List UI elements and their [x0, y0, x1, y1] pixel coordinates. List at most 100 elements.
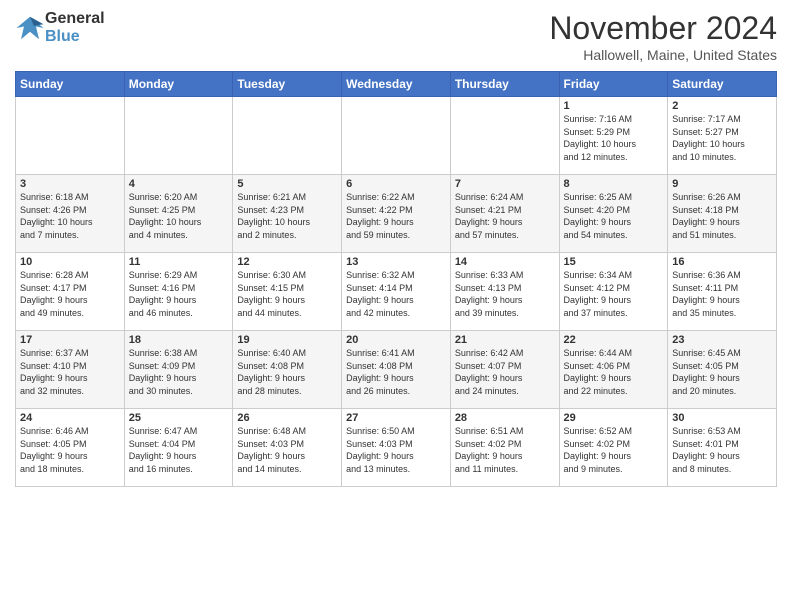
day-number: 5	[237, 178, 337, 190]
day-cell: 20Sunrise: 6:41 AM Sunset: 4:08 PM Dayli…	[342, 331, 451, 409]
day-number: 18	[129, 334, 229, 346]
day-cell: 29Sunrise: 6:52 AM Sunset: 4:02 PM Dayli…	[559, 409, 668, 487]
day-number: 17	[20, 334, 120, 346]
day-cell: 3Sunrise: 6:18 AM Sunset: 4:26 PM Daylig…	[16, 175, 125, 253]
day-cell: 8Sunrise: 6:25 AM Sunset: 4:20 PM Daylig…	[559, 175, 668, 253]
day-info: Sunrise: 6:53 AM Sunset: 4:01 PM Dayligh…	[672, 425, 772, 475]
day-cell: 4Sunrise: 6:20 AM Sunset: 4:25 PM Daylig…	[124, 175, 233, 253]
day-info: Sunrise: 7:17 AM Sunset: 5:27 PM Dayligh…	[672, 113, 772, 163]
day-info: Sunrise: 6:33 AM Sunset: 4:13 PM Dayligh…	[455, 269, 555, 319]
day-info: Sunrise: 6:50 AM Sunset: 4:03 PM Dayligh…	[346, 425, 446, 475]
day-number: 9	[672, 178, 772, 190]
day-cell: 13Sunrise: 6:32 AM Sunset: 4:14 PM Dayli…	[342, 253, 451, 331]
day-number: 20	[346, 334, 446, 346]
day-cell: 17Sunrise: 6:37 AM Sunset: 4:10 PM Dayli…	[16, 331, 125, 409]
day-number: 29	[564, 412, 664, 424]
day-number: 25	[129, 412, 229, 424]
day-number: 23	[672, 334, 772, 346]
day-cell: 30Sunrise: 6:53 AM Sunset: 4:01 PM Dayli…	[668, 409, 777, 487]
day-cell: 2Sunrise: 7:17 AM Sunset: 5:27 PM Daylig…	[668, 97, 777, 175]
day-info: Sunrise: 6:44 AM Sunset: 4:06 PM Dayligh…	[564, 347, 664, 397]
day-info: Sunrise: 6:41 AM Sunset: 4:08 PM Dayligh…	[346, 347, 446, 397]
day-cell: 1Sunrise: 7:16 AM Sunset: 5:29 PM Daylig…	[559, 97, 668, 175]
day-info: Sunrise: 6:28 AM Sunset: 4:17 PM Dayligh…	[20, 269, 120, 319]
day-cell: 28Sunrise: 6:51 AM Sunset: 4:02 PM Dayli…	[450, 409, 559, 487]
day-number: 21	[455, 334, 555, 346]
day-cell: 11Sunrise: 6:29 AM Sunset: 4:16 PM Dayli…	[124, 253, 233, 331]
day-number: 2	[672, 100, 772, 112]
day-info: Sunrise: 6:36 AM Sunset: 4:11 PM Dayligh…	[672, 269, 772, 319]
day-cell: 23Sunrise: 6:45 AM Sunset: 4:05 PM Dayli…	[668, 331, 777, 409]
header-monday: Monday	[124, 72, 233, 97]
day-info: Sunrise: 6:42 AM Sunset: 4:07 PM Dayligh…	[455, 347, 555, 397]
logo-icon	[15, 13, 45, 43]
week-row-2: 10Sunrise: 6:28 AM Sunset: 4:17 PM Dayli…	[16, 253, 777, 331]
day-number: 1	[564, 100, 664, 112]
day-number: 15	[564, 256, 664, 268]
header: General Blue November 2024 Hallowell, Ma…	[15, 10, 777, 63]
day-number: 14	[455, 256, 555, 268]
day-number: 27	[346, 412, 446, 424]
day-info: Sunrise: 6:22 AM Sunset: 4:22 PM Dayligh…	[346, 191, 446, 241]
day-cell: 6Sunrise: 6:22 AM Sunset: 4:22 PM Daylig…	[342, 175, 451, 253]
location: Hallowell, Maine, United States	[549, 47, 777, 63]
day-cell	[16, 97, 125, 175]
day-info: Sunrise: 6:46 AM Sunset: 4:05 PM Dayligh…	[20, 425, 120, 475]
day-number: 26	[237, 412, 337, 424]
day-cell: 25Sunrise: 6:47 AM Sunset: 4:04 PM Dayli…	[124, 409, 233, 487]
day-number: 30	[672, 412, 772, 424]
logo-blue: Blue	[45, 28, 105, 46]
day-number: 13	[346, 256, 446, 268]
day-number: 7	[455, 178, 555, 190]
day-cell: 9Sunrise: 6:26 AM Sunset: 4:18 PM Daylig…	[668, 175, 777, 253]
day-cell: 15Sunrise: 6:34 AM Sunset: 4:12 PM Dayli…	[559, 253, 668, 331]
header-tuesday: Tuesday	[233, 72, 342, 97]
week-row-0: 1Sunrise: 7:16 AM Sunset: 5:29 PM Daylig…	[16, 97, 777, 175]
day-number: 12	[237, 256, 337, 268]
day-number: 10	[20, 256, 120, 268]
month-title: November 2024	[549, 10, 777, 47]
calendar-table: Sunday Monday Tuesday Wednesday Thursday…	[15, 71, 777, 487]
day-info: Sunrise: 6:48 AM Sunset: 4:03 PM Dayligh…	[237, 425, 337, 475]
day-info: Sunrise: 6:38 AM Sunset: 4:09 PM Dayligh…	[129, 347, 229, 397]
calendar-header: Sunday Monday Tuesday Wednesday Thursday…	[16, 72, 777, 97]
day-cell: 21Sunrise: 6:42 AM Sunset: 4:07 PM Dayli…	[450, 331, 559, 409]
day-cell: 19Sunrise: 6:40 AM Sunset: 4:08 PM Dayli…	[233, 331, 342, 409]
weekday-row: Sunday Monday Tuesday Wednesday Thursday…	[16, 72, 777, 97]
day-cell	[342, 97, 451, 175]
day-number: 11	[129, 256, 229, 268]
day-info: Sunrise: 6:51 AM Sunset: 4:02 PM Dayligh…	[455, 425, 555, 475]
day-cell: 10Sunrise: 6:28 AM Sunset: 4:17 PM Dayli…	[16, 253, 125, 331]
day-cell: 14Sunrise: 6:33 AM Sunset: 4:13 PM Dayli…	[450, 253, 559, 331]
day-cell	[450, 97, 559, 175]
day-info: Sunrise: 6:29 AM Sunset: 4:16 PM Dayligh…	[129, 269, 229, 319]
day-info: Sunrise: 6:25 AM Sunset: 4:20 PM Dayligh…	[564, 191, 664, 241]
day-info: Sunrise: 6:30 AM Sunset: 4:15 PM Dayligh…	[237, 269, 337, 319]
header-saturday: Saturday	[668, 72, 777, 97]
day-info: Sunrise: 6:26 AM Sunset: 4:18 PM Dayligh…	[672, 191, 772, 241]
day-number: 24	[20, 412, 120, 424]
day-info: Sunrise: 6:32 AM Sunset: 4:14 PM Dayligh…	[346, 269, 446, 319]
day-cell: 12Sunrise: 6:30 AM Sunset: 4:15 PM Dayli…	[233, 253, 342, 331]
logo-general: General	[45, 10, 105, 28]
day-info: Sunrise: 6:34 AM Sunset: 4:12 PM Dayligh…	[564, 269, 664, 319]
logo-text: General Blue	[45, 10, 105, 45]
day-info: Sunrise: 6:40 AM Sunset: 4:08 PM Dayligh…	[237, 347, 337, 397]
day-cell	[233, 97, 342, 175]
day-number: 6	[346, 178, 446, 190]
week-row-3: 17Sunrise: 6:37 AM Sunset: 4:10 PM Dayli…	[16, 331, 777, 409]
day-number: 4	[129, 178, 229, 190]
day-cell: 16Sunrise: 6:36 AM Sunset: 4:11 PM Dayli…	[668, 253, 777, 331]
day-number: 3	[20, 178, 120, 190]
day-number: 28	[455, 412, 555, 424]
day-number: 22	[564, 334, 664, 346]
day-cell: 22Sunrise: 6:44 AM Sunset: 4:06 PM Dayli…	[559, 331, 668, 409]
day-info: Sunrise: 6:52 AM Sunset: 4:02 PM Dayligh…	[564, 425, 664, 475]
header-thursday: Thursday	[450, 72, 559, 97]
day-number: 19	[237, 334, 337, 346]
day-cell: 24Sunrise: 6:46 AM Sunset: 4:05 PM Dayli…	[16, 409, 125, 487]
day-info: Sunrise: 6:21 AM Sunset: 4:23 PM Dayligh…	[237, 191, 337, 241]
calendar-body: 1Sunrise: 7:16 AM Sunset: 5:29 PM Daylig…	[16, 97, 777, 487]
day-number: 8	[564, 178, 664, 190]
title-block: November 2024 Hallowell, Maine, United S…	[549, 10, 777, 63]
